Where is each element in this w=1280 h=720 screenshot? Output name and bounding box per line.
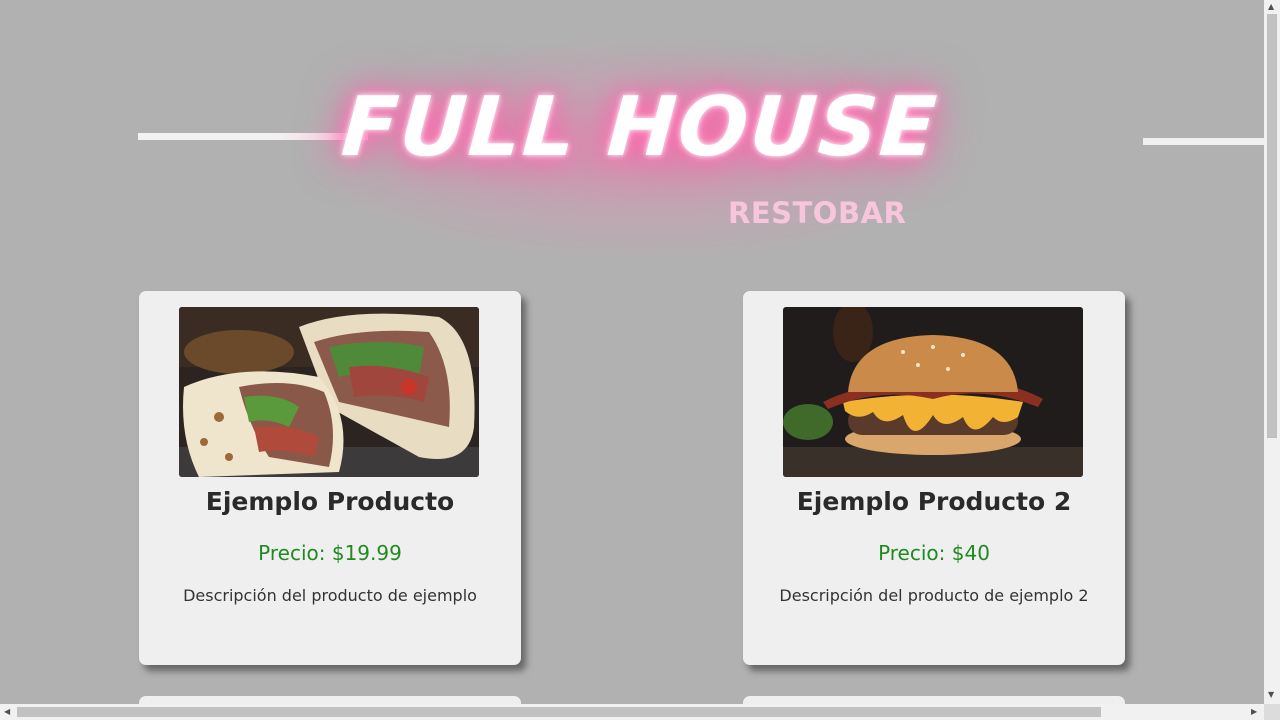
product-card[interactable]: Ejemplo Producto Precio: $19.99 Descripc… [139, 291, 521, 665]
decorative-line-right [1143, 138, 1264, 145]
brand-subtitle: RESTOBAR [728, 196, 907, 230]
burger-food-image [783, 307, 1083, 477]
scrollbar-corner [1264, 704, 1280, 720]
product-card[interactable] [743, 696, 1125, 704]
product-price: Precio: $40 [878, 541, 990, 565]
site-header: FULL HOUSE RESTOBAR [0, 0, 1264, 270]
scroll-left-icon[interactable]: ◀ [4, 708, 10, 716]
wrap-food-image-graphic [179, 307, 479, 477]
product-card[interactable] [139, 696, 521, 704]
decorative-line-left [138, 133, 368, 140]
scroll-down-icon[interactable]: ▼ [1268, 691, 1274, 699]
vertical-scroll-thumb[interactable] [1267, 14, 1277, 438]
product-price: Precio: $19.99 [258, 541, 402, 565]
burger-food-image-graphic [783, 307, 1083, 477]
vertical-scrollbar[interactable]: ▲ ▼ [1264, 0, 1280, 704]
product-name: Ejemplo Producto [205, 487, 455, 516]
horizontal-scrollbar[interactable]: ◀ ▶ [0, 704, 1264, 720]
product-card[interactable]: Ejemplo Producto 2 Precio: $40 Descripci… [743, 291, 1125, 665]
product-description: Descripción del producto de ejemplo [183, 586, 477, 605]
horizontal-scroll-thumb[interactable] [17, 707, 1101, 717]
product-name: Ejemplo Producto 2 [796, 487, 1072, 516]
wrap-food-image [179, 307, 479, 477]
brand-title: FULL HOUSE [338, 80, 942, 175]
product-description: Descripción del producto de ejemplo 2 [779, 586, 1089, 605]
scroll-right-icon[interactable]: ▶ [1251, 708, 1257, 716]
scroll-up-icon[interactable]: ▲ [1268, 3, 1274, 11]
page-viewport: FULL HOUSE RESTOBAR Ejemplo Producto Pre… [0, 0, 1264, 704]
